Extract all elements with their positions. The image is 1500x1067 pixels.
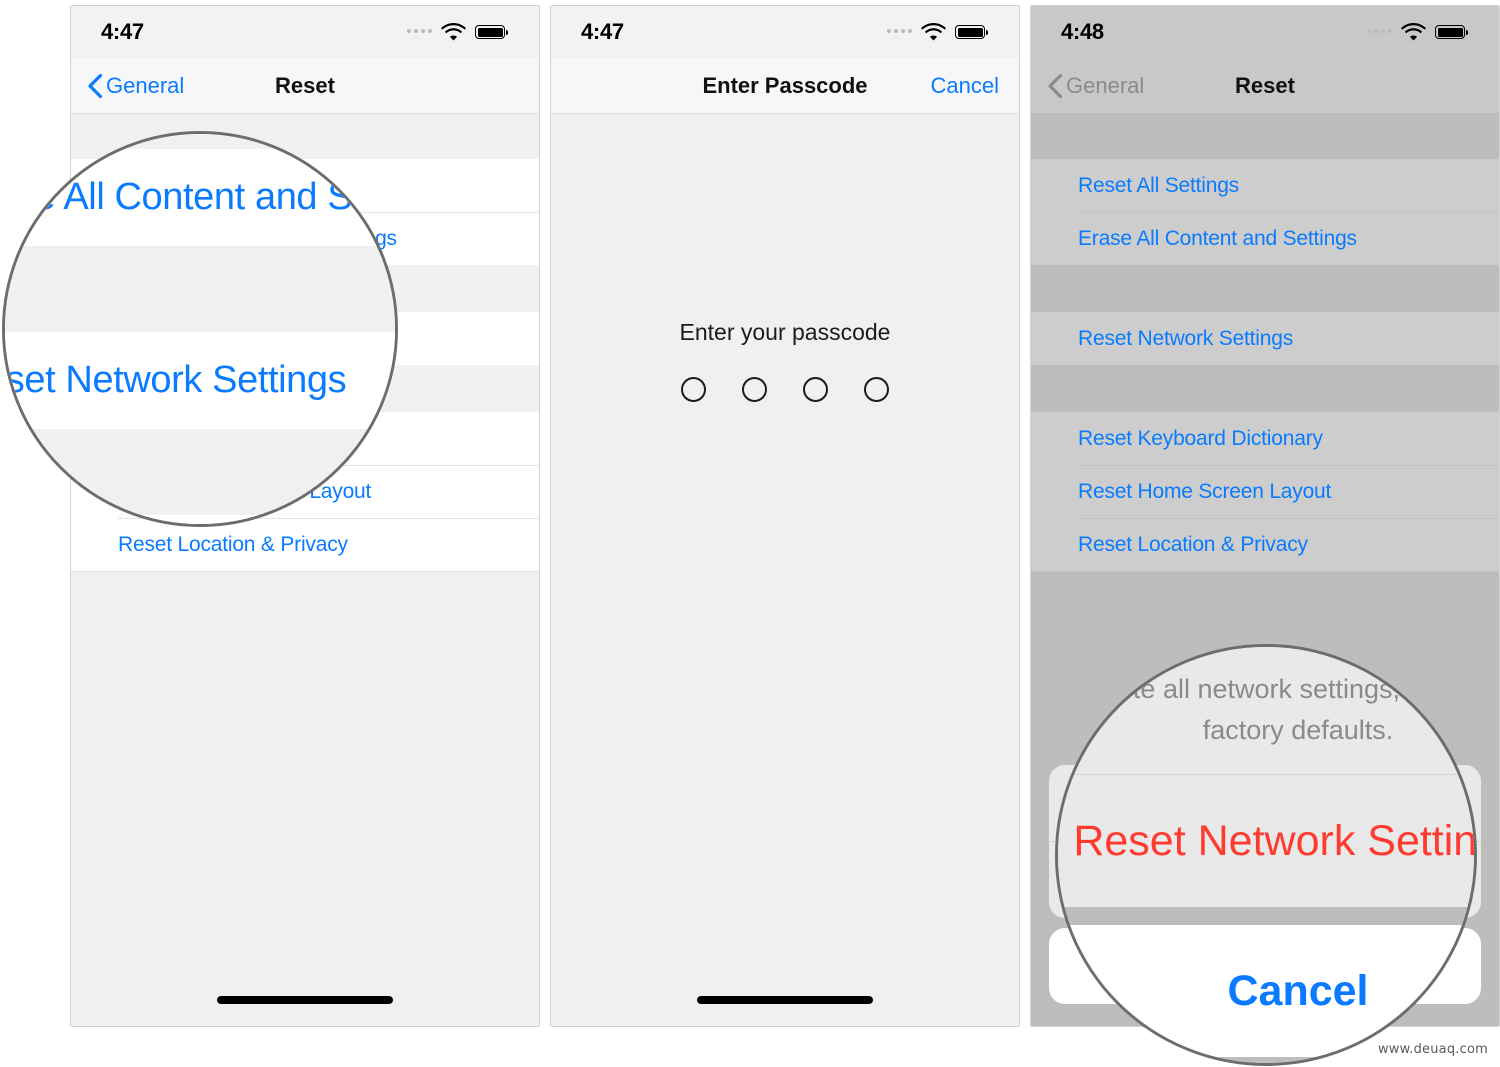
list-item-reset-home-screen-layout[interactable]: Reset Home Screen Layout xyxy=(1031,465,1499,518)
list-section-gap xyxy=(1031,265,1499,312)
list-section-gap xyxy=(1031,365,1499,412)
page-title: Reset xyxy=(1235,72,1295,98)
nav-bar: General Reset xyxy=(71,58,539,114)
list-item-label: Erase All Content and Settings xyxy=(5,176,395,218)
list-item-label: Reset Keyboard Dictionary xyxy=(1078,426,1323,450)
list-section-gap xyxy=(5,429,395,515)
nav-bar: Enter Passcode Cancel xyxy=(551,58,1019,114)
list-item-label: Reset All Settings xyxy=(1078,173,1239,197)
signal-dots-icon xyxy=(1367,29,1392,35)
action-sheet-reset-network-settings-button[interactable]: Reset Network Settings xyxy=(1058,775,1474,907)
chevron-left-icon xyxy=(88,73,102,98)
magnified-action-sheet: ete all network settings, return factory… xyxy=(1058,647,1477,1063)
list-section-gap xyxy=(5,246,395,332)
list-item-reset-location-privacy[interactable]: Reset Location & Privacy xyxy=(71,518,539,571)
list-empty-area xyxy=(71,572,539,913)
status-time: 4:48 xyxy=(1061,19,1104,44)
action-sheet-message-line-1: ete all network settings, return xyxy=(1117,674,1477,704)
battery-full-icon xyxy=(1435,25,1469,39)
passcode-dot xyxy=(803,377,828,402)
passcode-prompt: Enter your passcode xyxy=(679,319,891,345)
list-section-gap xyxy=(1031,114,1499,159)
list-item-label: Reset Location & Privacy xyxy=(1078,532,1308,556)
list-item-reset-location-privacy[interactable]: Reset Location & Privacy xyxy=(1031,518,1499,571)
list-group-2: Reset Network Settings xyxy=(1031,312,1499,365)
list-item-label: Reset Location & Privacy xyxy=(118,532,348,556)
list-item-reset-keyboard-dictionary[interactable]: Reset Keyboard Dictionary xyxy=(1031,412,1499,465)
list-group-2: Reset Network Settings xyxy=(5,332,395,429)
magnifier-lens-action-sheet: ete all network settings, return factory… xyxy=(1055,644,1477,1066)
back-button-label: General xyxy=(1066,72,1145,98)
signal-dots-icon xyxy=(887,29,912,35)
action-sheet-message: ete all network settings, return factory… xyxy=(1058,647,1477,775)
site-watermark: www.deuaq.com xyxy=(1377,1042,1488,1057)
list-item-label: Reset Network Settings xyxy=(1078,326,1294,350)
action-sheet-message-line-2: factory defaults. xyxy=(1202,714,1394,745)
status-time: 4:47 xyxy=(581,19,624,44)
wifi-icon xyxy=(441,23,466,41)
list-group-3: Reset Keyboard Dictionary Reset Home Scr… xyxy=(1031,412,1499,572)
passcode-dot xyxy=(742,377,767,402)
cancel-button[interactable]: Cancel xyxy=(931,73,999,99)
list-item-reset-network-settings[interactable]: Reset Network Settings xyxy=(5,332,395,429)
signal-dots-icon xyxy=(407,29,432,35)
page-title: Enter Passcode xyxy=(702,72,868,98)
list-item-label: Reset Home Screen Layout xyxy=(1078,479,1332,503)
status-indicators xyxy=(1367,23,1469,41)
home-indicator[interactable] xyxy=(217,996,393,1004)
status-indicators xyxy=(887,23,989,41)
passcode-entry-area: Enter your passcode xyxy=(551,114,1019,1026)
list-item-label: Reset Network Settings xyxy=(5,359,347,401)
wifi-icon xyxy=(921,23,946,41)
list-group-1: Reset All Settings Erase All Content and… xyxy=(1031,159,1499,265)
status-bar: 4:47 xyxy=(551,6,1019,58)
passcode-dot xyxy=(864,377,889,402)
list-item-reset-network-settings[interactable]: Reset Network Settings xyxy=(1031,312,1499,365)
back-button-general[interactable]: General xyxy=(1048,73,1144,99)
nav-bar: General Reset xyxy=(1031,58,1499,114)
list-group-1: Erase All Content and Settings xyxy=(5,149,395,246)
status-time: 4:47 xyxy=(101,19,144,44)
battery-full-icon xyxy=(475,25,509,39)
chevron-left-icon xyxy=(1048,73,1062,98)
screenshot-stage: 4:47 General Reset Reset Location & Priv… xyxy=(0,0,1500,1067)
passcode-dots[interactable] xyxy=(681,377,889,402)
status-indicators xyxy=(407,23,509,41)
page-title: Reset xyxy=(275,72,335,98)
battery-full-icon xyxy=(955,25,989,39)
magnified-settings-list: Erase All Content and Settings Reset Net… xyxy=(5,134,395,524)
wifi-icon xyxy=(1401,23,1426,41)
list-section-gap xyxy=(5,134,395,149)
list-item-erase-all-content[interactable]: Erase All Content and Settings xyxy=(5,149,395,246)
status-bar: 4:47 xyxy=(71,6,539,58)
action-sheet-cancel-button[interactable]: Cancel xyxy=(1058,925,1474,1057)
back-button-general[interactable]: General xyxy=(88,73,184,99)
passcode-dot xyxy=(681,377,706,402)
status-bar: 4:48 xyxy=(1031,6,1499,58)
list-item-reset-all-settings[interactable]: Reset All Settings xyxy=(1031,159,1499,212)
list-item-label: Erase All Content and Settings xyxy=(1078,226,1357,250)
back-button-label: General xyxy=(106,72,185,98)
action-sheet-card: ete all network settings, return factory… xyxy=(1058,647,1477,907)
home-indicator[interactable] xyxy=(697,996,873,1004)
list-item-erase-all-content[interactable]: Erase All Content and Settings xyxy=(1031,212,1499,265)
magnifier-lens-reset-network-settings: Erase All Content and Settings Reset Net… xyxy=(2,131,398,527)
phone-screen-enter-passcode: 4:47 Enter Passcode Cancel Enter your pa… xyxy=(550,5,1020,1027)
